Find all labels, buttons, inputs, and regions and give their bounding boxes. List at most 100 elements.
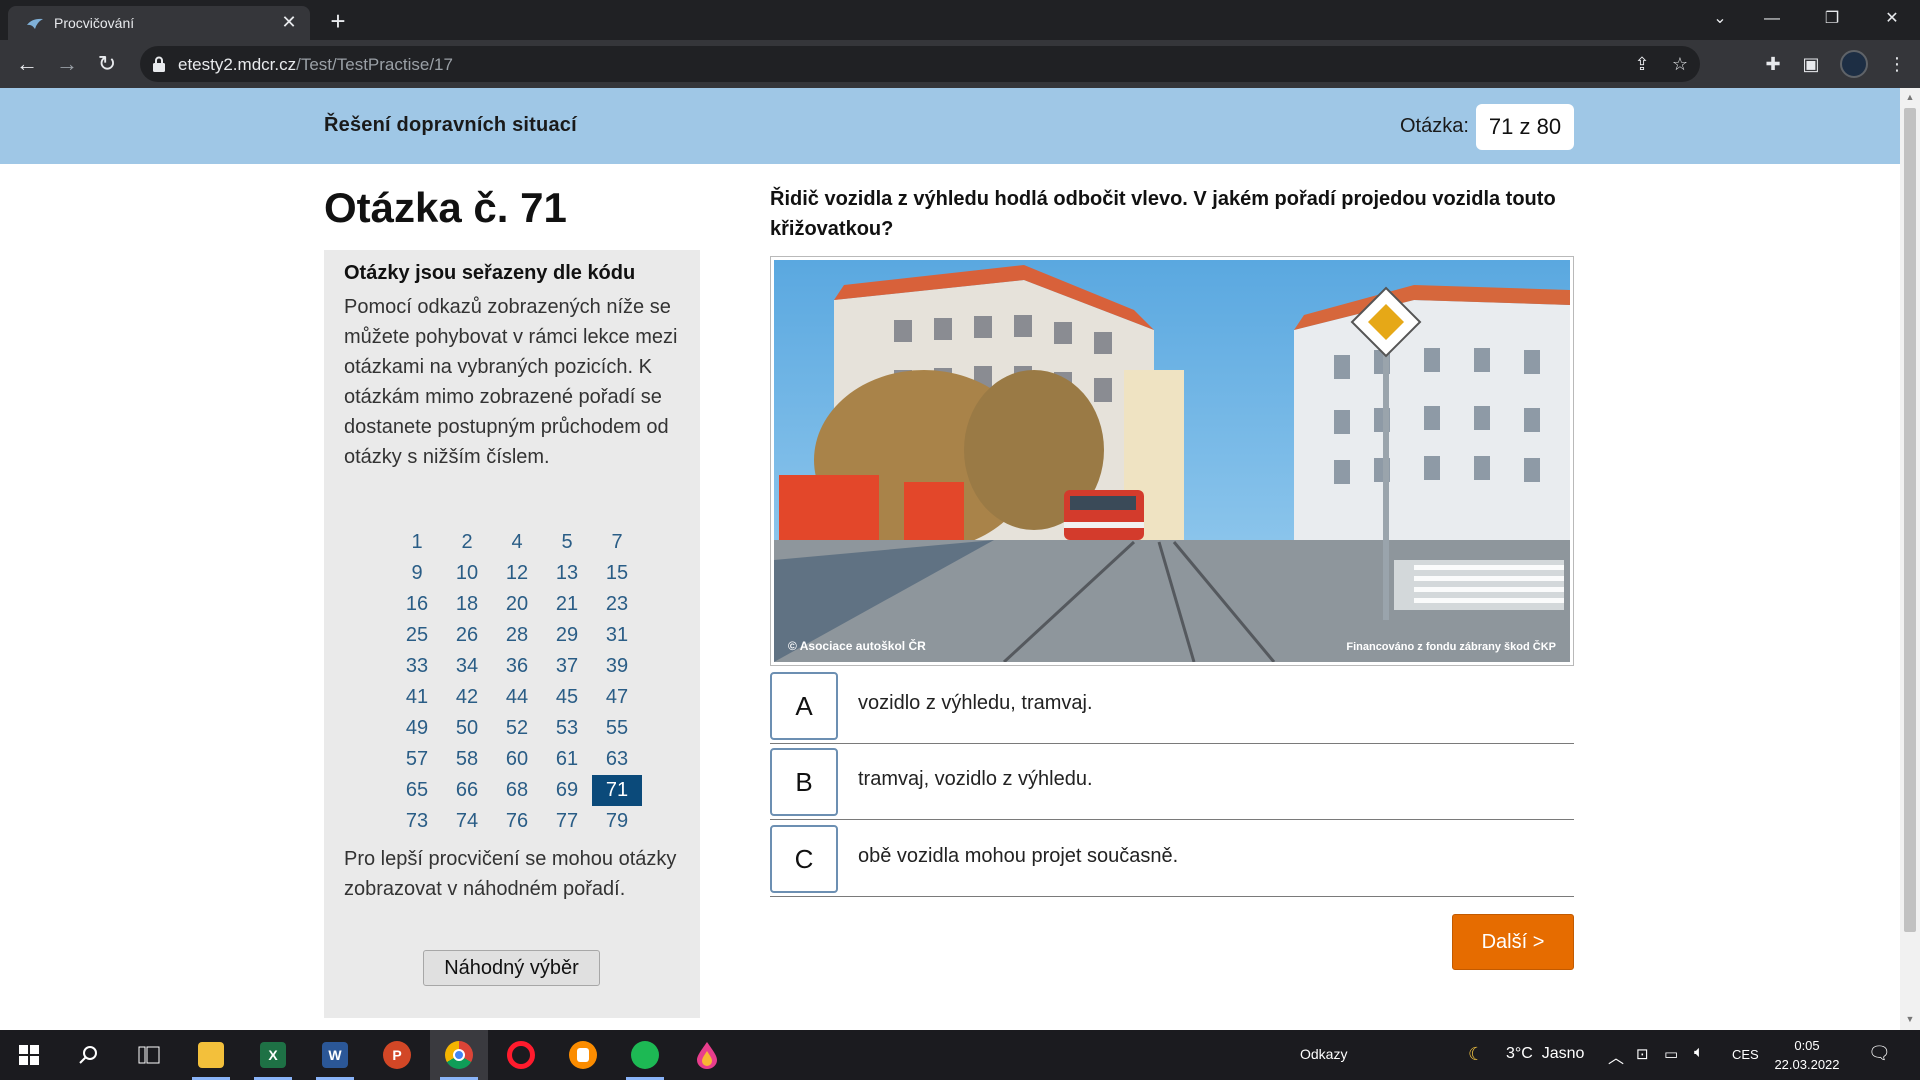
- tab-close-icon[interactable]: ✕: [278, 12, 300, 32]
- answer-option-b[interactable]: B tramvaj, vozidlo z výhledu.: [770, 744, 1574, 820]
- question-link[interactable]: 44: [492, 682, 542, 713]
- question-link[interactable]: 42: [442, 682, 492, 713]
- question-link[interactable]: 73: [392, 806, 442, 837]
- answer-letter[interactable]: A: [770, 672, 838, 740]
- sidepanel-icon[interactable]: ▣: [1798, 52, 1824, 76]
- question-link[interactable]: 53: [542, 713, 592, 744]
- notifications-icon[interactable]: 🗨︎: [1868, 1043, 1891, 1064]
- address-bar[interactable]: etesty2.mdcr.cz/Test/TestPractise/17 ⇪ ☆: [140, 46, 1700, 82]
- question-link[interactable]: 77: [542, 806, 592, 837]
- powerpoint-icon[interactable]: P: [368, 1030, 426, 1080]
- menu-icon[interactable]: ⋮: [1884, 52, 1910, 76]
- profile-avatar[interactable]: [1840, 50, 1868, 78]
- file-explorer-icon[interactable]: [182, 1030, 240, 1080]
- question-link[interactable]: 1: [392, 527, 442, 558]
- drop-app-icon[interactable]: [678, 1030, 736, 1080]
- question-link[interactable]: 58: [442, 744, 492, 775]
- question-link[interactable]: 47: [592, 682, 642, 713]
- page-scrollbar[interactable]: ▲ ▼: [1900, 88, 1920, 1030]
- scrollbar-thumb[interactable]: [1904, 108, 1916, 932]
- forward-icon[interactable]: →: [52, 50, 82, 80]
- question-link[interactable]: 4: [492, 527, 542, 558]
- brave-icon[interactable]: [554, 1030, 612, 1080]
- question-link[interactable]: 34: [442, 651, 492, 682]
- answer-option-a[interactable]: A vozidlo z výhledu, tramvaj.: [770, 668, 1574, 744]
- question-link[interactable]: 39: [592, 651, 642, 682]
- question-link[interactable]: 7: [592, 527, 642, 558]
- star-icon[interactable]: ☆: [1668, 52, 1692, 76]
- volume-icon[interactable]: 🔈︎: [1694, 1044, 1704, 1062]
- restore-icon[interactable]: ❐: [1812, 6, 1852, 32]
- question-link[interactable]: 33: [392, 651, 442, 682]
- question-link[interactable]: 79: [592, 806, 642, 837]
- question-link[interactable]: 49: [392, 713, 442, 744]
- question-link[interactable]: 55: [592, 713, 642, 744]
- answer-letter[interactable]: B: [770, 748, 838, 816]
- question-link[interactable]: 41: [392, 682, 442, 713]
- question-link[interactable]: 76: [492, 806, 542, 837]
- question-link[interactable]: 20: [492, 589, 542, 620]
- question-link[interactable]: 61: [542, 744, 592, 775]
- question-link[interactable]: 50: [442, 713, 492, 744]
- answer-option-c[interactable]: C obě vozidla mohou projet současně.: [770, 821, 1574, 897]
- question-link[interactable]: 2: [442, 527, 492, 558]
- question-link[interactable]: 21: [542, 589, 592, 620]
- battery-icon[interactable]: ▭: [1664, 1045, 1678, 1063]
- question-link[interactable]: 9: [392, 558, 442, 589]
- question-link[interactable]: 60: [492, 744, 542, 775]
- next-question-button[interactable]: Další >: [1452, 914, 1574, 970]
- language-indicator[interactable]: CES: [1732, 1047, 1759, 1062]
- close-window-icon[interactable]: ✕: [1872, 6, 1912, 32]
- question-link[interactable]: 18: [442, 589, 492, 620]
- question-link[interactable]: 52: [492, 713, 542, 744]
- question-link[interactable]: 28: [492, 620, 542, 651]
- question-link[interactable]: 10: [442, 558, 492, 589]
- question-link[interactable]: 13: [542, 558, 592, 589]
- question-link[interactable]: 71: [592, 775, 642, 806]
- random-selection-button[interactable]: Náhodný výběr: [423, 950, 600, 986]
- question-link[interactable]: 63: [592, 744, 642, 775]
- opera-icon[interactable]: [492, 1030, 550, 1080]
- answer-text[interactable]: tramvaj, vozidlo z výhledu.: [858, 768, 1093, 791]
- tab-search-icon[interactable]: ⌄: [1700, 6, 1740, 32]
- question-link[interactable]: 25: [392, 620, 442, 651]
- question-link[interactable]: 36: [492, 651, 542, 682]
- answer-letter[interactable]: C: [770, 825, 838, 893]
- question-link[interactable]: 68: [492, 775, 542, 806]
- windows-start-icon[interactable]: [0, 1030, 58, 1080]
- minimize-icon[interactable]: —: [1752, 6, 1792, 32]
- reload-icon[interactable]: ↻: [92, 50, 122, 80]
- extensions-icon[interactable]: ✚: [1760, 52, 1786, 76]
- scroll-down-icon[interactable]: ▼: [1904, 1014, 1916, 1026]
- weather-text[interactable]: 3°C Jasno: [1506, 1045, 1584, 1063]
- question-link[interactable]: 45: [542, 682, 592, 713]
- back-icon[interactable]: ←: [12, 50, 42, 80]
- chrome-icon[interactable]: [430, 1030, 488, 1080]
- tray-chevron-icon[interactable]: ︿: [1608, 1044, 1624, 1068]
- question-link[interactable]: 37: [542, 651, 592, 682]
- question-link[interactable]: 65: [392, 775, 442, 806]
- question-link[interactable]: 57: [392, 744, 442, 775]
- question-link[interactable]: 69: [542, 775, 592, 806]
- browser-tab[interactable]: Procvičování ✕: [8, 6, 310, 40]
- word-icon[interactable]: W: [306, 1030, 364, 1080]
- task-view-icon[interactable]: [120, 1030, 178, 1080]
- search-icon[interactable]: [60, 1030, 118, 1080]
- share-icon[interactable]: ⇪: [1630, 52, 1654, 76]
- spotify-icon[interactable]: [616, 1030, 674, 1080]
- question-link[interactable]: 16: [392, 589, 442, 620]
- answer-text[interactable]: vozidlo z výhledu, tramvaj.: [858, 692, 1093, 715]
- question-link[interactable]: 29: [542, 620, 592, 651]
- question-link[interactable]: 74: [442, 806, 492, 837]
- question-link[interactable]: 31: [592, 620, 642, 651]
- question-link[interactable]: 26: [442, 620, 492, 651]
- answer-text[interactable]: obě vozidla mohou projet současně.: [858, 845, 1178, 868]
- question-link[interactable]: 66: [442, 775, 492, 806]
- question-link[interactable]: 23: [592, 589, 642, 620]
- system-clock[interactable]: 0:05 22.03.2022: [1772, 1036, 1842, 1074]
- question-link[interactable]: 15: [592, 558, 642, 589]
- question-link[interactable]: 5: [542, 527, 592, 558]
- network-icon[interactable]: ⊡: [1636, 1045, 1649, 1063]
- question-link[interactable]: 12: [492, 558, 542, 589]
- excel-icon[interactable]: X: [244, 1030, 302, 1080]
